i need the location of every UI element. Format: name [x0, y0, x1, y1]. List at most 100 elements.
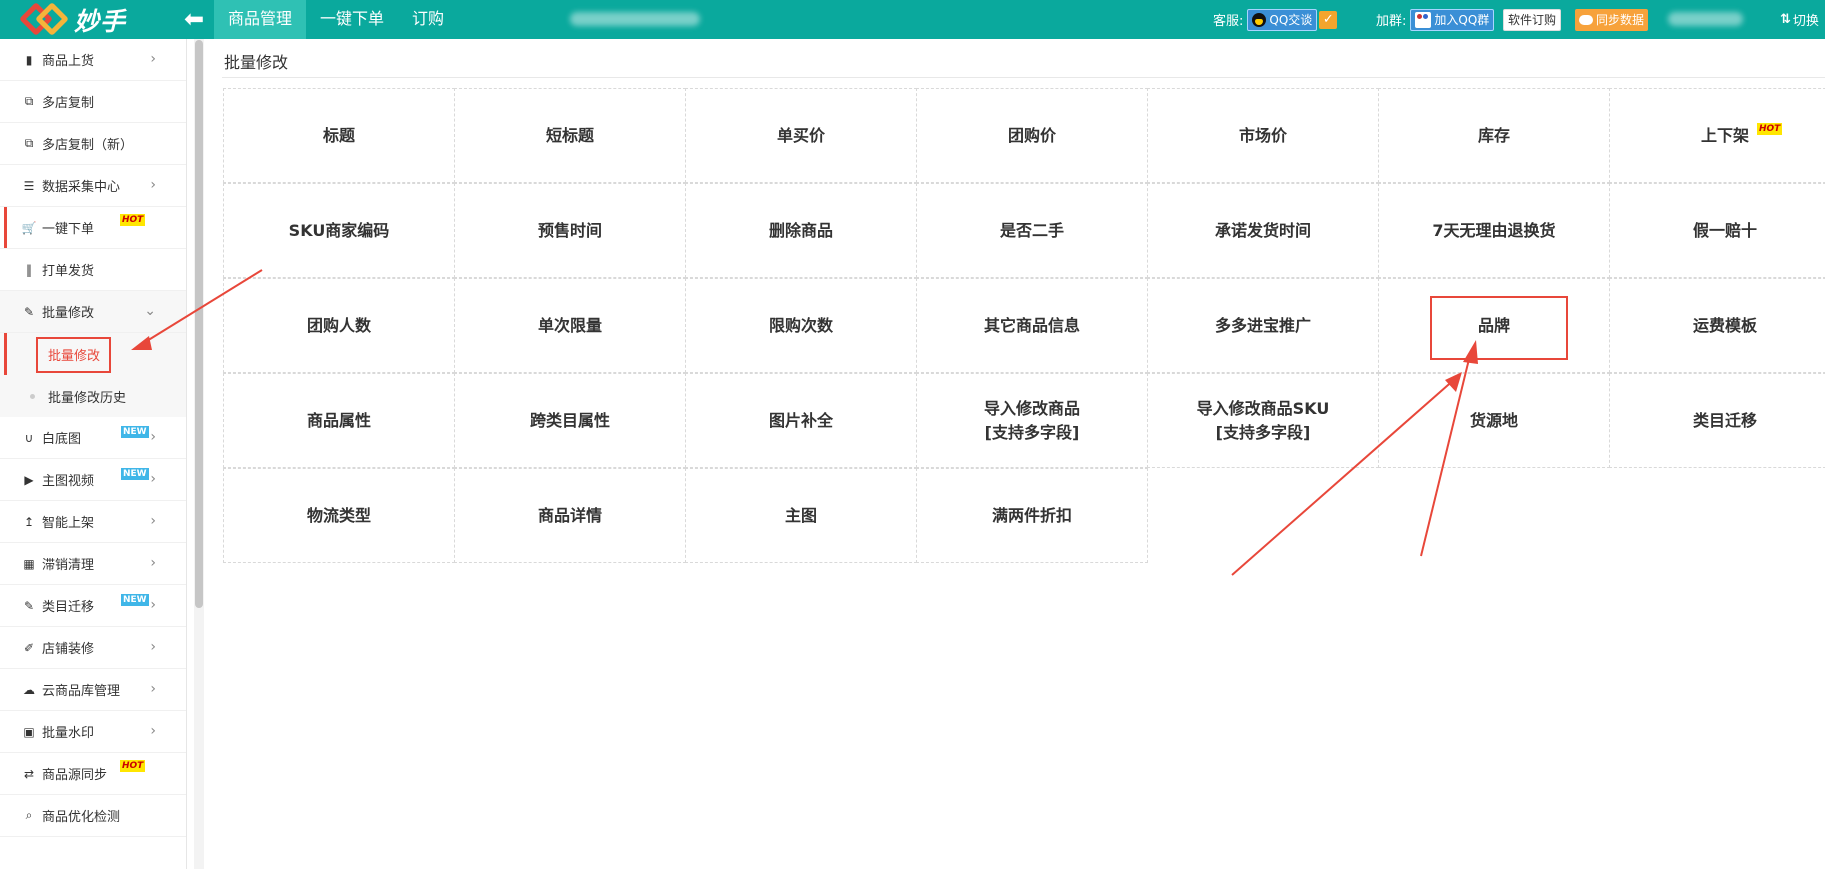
grid-cell[interactable]: 导入修改商品 [支持多字段] — [916, 373, 1148, 468]
grid-cell[interactable]: 限购次数 — [685, 278, 917, 373]
grid-cell[interactable]: 多多进宝推广 — [1147, 278, 1379, 373]
new-badge: NEW — [121, 594, 149, 606]
grid-cell-label: 标题 — [322, 125, 355, 145]
sidebar-subitem-1[interactable]: 批量修改历史 — [0, 375, 186, 417]
grid-cell[interactable]: SKU商家编码 — [223, 183, 455, 278]
grid-cell-label: 品牌 — [1477, 315, 1510, 335]
group-icon — [1415, 11, 1432, 28]
grid-cell-label: 团购价 — [1007, 125, 1056, 145]
sidebar-item-13[interactable]: ☁ 云商品库管理 › — [0, 669, 186, 711]
sync-data-button[interactable]: 同步数据 — [1575, 8, 1649, 31]
sidebar-item-5[interactable]: ‖ 打单发货 — [0, 249, 186, 291]
join-qq-group-button[interactable]: 加入QQ群 — [1410, 8, 1495, 31]
hot-badge: HOT — [1757, 123, 1783, 135]
grid-cell[interactable]: 上下架 HOT — [1609, 88, 1825, 183]
nav-product-management[interactable]: 商品管理 — [214, 0, 307, 39]
chevron-icon: › — [150, 177, 156, 193]
grid-cell[interactable]: 主图 — [685, 468, 917, 563]
grid-cell[interactable]: 删除商品 — [685, 183, 917, 278]
app-logo[interactable]: 妙手 — [19, 0, 126, 39]
sidebar-item-3[interactable]: ☰ 数据采集中心 › — [0, 165, 186, 207]
chevron-icon: › — [150, 681, 156, 697]
grid-cell[interactable]: 商品属性 — [223, 373, 455, 468]
switch-button[interactable]: ⇅ 切换 — [1780, 0, 1819, 39]
sidebar-scrollbar[interactable] — [195, 40, 203, 608]
grid-cell-label: 单买价 — [776, 125, 825, 145]
grid-cell[interactable]: 图片补全 — [685, 373, 917, 468]
sidebar-item-0[interactable]: ▮ 商品上货 › — [0, 39, 186, 81]
grid-cell[interactable]: 团购人数 — [223, 278, 455, 373]
grid-cell[interactable]: 物流类型 — [223, 468, 455, 563]
sidebar-item-14[interactable]: ▣ 批量水印 › — [0, 711, 186, 753]
grid-cell[interactable]: 库存 — [1378, 88, 1610, 183]
grid-cell[interactable]: 满两件折扣 — [916, 468, 1148, 563]
grid-cell[interactable]: 品牌 — [1378, 278, 1610, 373]
grid-cell-label: 其它商品信息 — [983, 315, 1080, 335]
check-icon[interactable]: ✓ — [1319, 10, 1338, 29]
grid-cell[interactable]: 短标题 — [454, 88, 686, 183]
sidebar-item-6[interactable]: ✎ 批量修改 ⌄ — [0, 291, 186, 333]
main-content: 批量修改 标题 短标题 单买价 团购价 市场价 库存 上下架 HOT SKU商家编码 预售时间 删除… — [212, 39, 1825, 869]
sidebar-item-10[interactable]: ▦ 滞销清理 › — [0, 543, 186, 585]
edit-icon: ✎ — [23, 598, 35, 613]
play-icon: ▶ — [24, 472, 34, 487]
grid-row: 团购人数 单次限量 限购次数 其它商品信息 多多进宝推广 品牌 运费模板 — [223, 278, 1825, 373]
chevron-icon: › — [150, 555, 156, 571]
grid-cell[interactable]: 市场价 — [1147, 88, 1379, 183]
grid-cell[interactable]: 类目迁移 — [1609, 373, 1825, 468]
sidebar-item-1[interactable]: ⧉ 多店复制 — [0, 81, 186, 123]
grid-cell[interactable]: 商品详情 — [454, 468, 686, 563]
sidebar-item-7[interactable]: ∪ 白底图 NEW › — [0, 417, 186, 459]
sidebar-subitem-label: 批量修改历史 — [48, 390, 127, 406]
grid-cell[interactable]: 标题 — [223, 88, 455, 183]
cloud-icon: ☁ — [23, 682, 35, 697]
sidebar-item-12[interactable]: ✐ 店铺装修 › — [0, 627, 186, 669]
sidebar-item-11[interactable]: ✎ 类目迁移 NEW › — [0, 585, 186, 627]
grid-cell[interactable]: 是否二手 — [916, 183, 1148, 278]
nav-one-click-order[interactable]: 一键下单 — [306, 0, 398, 39]
grid-cell[interactable]: 单次限量 — [454, 278, 686, 373]
grid-cell[interactable]: 承诺发货时间 — [1147, 183, 1379, 278]
grid-cell-label: 限购次数 — [768, 315, 833, 335]
chevron-icon: ⌄ — [144, 303, 156, 319]
grid-cell[interactable]: 团购价 — [916, 88, 1148, 183]
qq-chat-button[interactable]: QQ交谈 — [1247, 8, 1318, 31]
sidebar-item-label: 白底图 — [42, 432, 82, 447]
nav-subscribe[interactable]: 订购 — [398, 0, 458, 39]
sidebar-subitem-0[interactable]: 批量修改 — [0, 333, 186, 375]
hot-badge: HOT — [120, 760, 146, 772]
top-nav: 商品管理 一键下单 订购 — [214, 0, 458, 39]
sidebar-item-label: 一键下单 — [42, 222, 95, 237]
barcode-icon: ‖ — [26, 262, 32, 277]
grid-cell[interactable]: 导入修改商品SKU [支持多字段] — [1147, 373, 1379, 468]
image-icon: ▣ — [23, 724, 35, 739]
logo-icon — [19, 1, 69, 37]
sidebar-item-label: 多店复制 — [42, 96, 95, 111]
collapse-arrow-icon[interactable]: ⬅ — [184, 4, 204, 34]
sidebar-item-label: 数据采集中心 — [42, 180, 121, 195]
sidebar-item-2[interactable]: ⧉ 多店复制（新） — [0, 123, 186, 165]
grid-cell[interactable]: 7天无理由退换货 — [1378, 183, 1610, 278]
grid-cell[interactable]: 单买价 — [685, 88, 917, 183]
grid-cell-label: 多多进宝推广 — [1214, 315, 1311, 335]
software-order-button[interactable]: 软件订购 — [1503, 8, 1562, 31]
grid-cell-label: 团购人数 — [306, 315, 371, 335]
grid-cell[interactable]: 其它商品信息 — [916, 278, 1148, 373]
grid-cell-label: 主图 — [784, 505, 817, 525]
chevron-icon: › — [150, 429, 156, 445]
sidebar-item-16[interactable]: ⌕ 商品优化检测 — [0, 795, 186, 837]
grid-cell[interactable]: 预售时间 — [454, 183, 686, 278]
clipboard-icon: ▮ — [25, 52, 33, 67]
grid-cell[interactable]: 假一赔十 — [1609, 183, 1825, 278]
grid-cell[interactable]: 货源地 — [1378, 373, 1610, 468]
sidebar-item-label: 店铺装修 — [42, 642, 95, 657]
grid-cell[interactable]: 运费模板 — [1609, 278, 1825, 373]
sidebar-item-9[interactable]: ↥ 智能上架 › — [0, 501, 186, 543]
grid-cell[interactable]: 跨类目属性 — [454, 373, 686, 468]
sidebar-item-4[interactable]: 🛒 一键下单 HOT — [0, 207, 186, 249]
sidebar-item-15[interactable]: ⇄ 商品源同步 HOT — [0, 753, 186, 795]
sidebar-item-8[interactable]: ▶ 主图视频 NEW › — [0, 459, 186, 501]
grid-cell-label: 短标题 — [545, 125, 594, 145]
sort-icon: ⇅ — [1780, 12, 1791, 27]
bullet-icon — [30, 394, 35, 399]
